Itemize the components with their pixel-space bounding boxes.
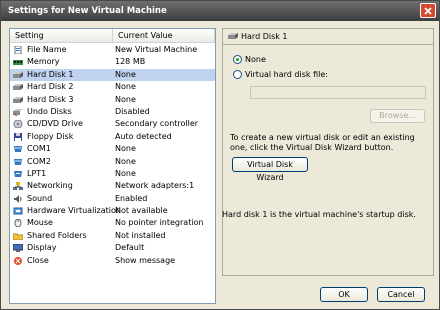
hard-disk-icon: [13, 96, 23, 103]
list-item[interactable]: Mouse No pointer integration: [10, 217, 215, 229]
sound-icon: [14, 194, 22, 203]
undo-disks-icon: [13, 108, 23, 116]
list-item[interactable]: Networking Network adapters:1: [10, 180, 215, 192]
settings-list[interactable]: Setting Current Value File Name New Virtu…: [9, 28, 216, 304]
setting-value: Default: [115, 243, 145, 253]
detail-title: Hard Disk 1: [241, 32, 288, 41]
setting-value: Secondary controller: [115, 119, 199, 129]
hardware-virtualization-icon: [13, 207, 23, 215]
setting-name: Mouse: [27, 218, 53, 228]
setting-name: Memory: [27, 57, 60, 67]
setting-value: Show message: [115, 255, 176, 265]
setting-name: Sound: [27, 193, 53, 203]
detail-header: Hard Disk 1: [223, 29, 433, 45]
setting-value: None: [115, 82, 136, 92]
title-bar[interactable]: Settings for New Virtual Machine: [1, 1, 439, 21]
setting-value: None: [115, 94, 136, 104]
setting-name: COM1: [27, 144, 51, 154]
setting-value: Not available: [115, 206, 168, 216]
wizard-description: To create a new virtual disk or edit an …: [230, 133, 415, 152]
radio-virtual-hard-disk-file[interactable]: [233, 70, 242, 79]
display-icon: [13, 244, 23, 253]
floppy-icon: [14, 132, 22, 141]
setting-name: Floppy Disk: [27, 131, 74, 141]
setting-value: None: [115, 69, 136, 79]
list-item[interactable]: Hardware Virtualization Not available: [10, 205, 215, 217]
setting-name: File Name: [27, 45, 67, 54]
cd-icon: [13, 120, 23, 129]
hard-disk-icon: [228, 33, 238, 39]
setting-value: Disabled: [115, 106, 150, 116]
setting-name: CD/DVD Drive: [27, 119, 83, 129]
memory-icon: [13, 60, 23, 66]
setting-name: Hard Disk 1: [27, 69, 74, 79]
setting-value: None: [115, 156, 136, 166]
close-icon: [424, 7, 432, 15]
list-item[interactable]: Undo Disks Disabled: [10, 106, 215, 118]
list-item[interactable]: Floppy Disk Auto detected: [10, 131, 215, 143]
setting-value: 128 MB: [115, 57, 146, 67]
list-item[interactable]: Sound Enabled: [10, 193, 215, 205]
list-item[interactable]: Display Default: [10, 242, 215, 254]
list-item[interactable]: Shared Folders Not installed: [10, 230, 215, 242]
radio-none[interactable]: [233, 55, 242, 64]
setting-value: Auto detected: [115, 131, 172, 141]
window-title: Settings for New Virtual Machine: [8, 6, 167, 16]
hard-disk-icon: [13, 71, 23, 78]
setting-value: None: [115, 144, 136, 154]
setting-name: Hard Disk 3: [27, 94, 74, 104]
close-window-button[interactable]: [420, 3, 436, 18]
setting-value: Not installed: [115, 230, 166, 240]
hard-disk-icon: [13, 84, 23, 91]
setting-name: Networking: [27, 181, 73, 191]
file-icon: [14, 46, 22, 54]
setting-value: Enabled: [115, 193, 148, 203]
com-port-icon: [14, 158, 22, 165]
list-item[interactable]: COM1 None: [10, 143, 215, 155]
setting-name: Display: [27, 243, 57, 253]
mouse-icon: [14, 219, 22, 228]
folder-icon: [13, 233, 23, 240]
setting-name: Undo Disks: [27, 106, 72, 116]
setting-name: COM2: [27, 156, 51, 166]
radio-virtual-hard-disk-file-label[interactable]: Virtual hard disk file:: [245, 70, 328, 79]
list-item[interactable]: Memory 128 MB: [10, 56, 215, 68]
setting-name: LPT1: [27, 168, 47, 178]
com-port-icon: [14, 146, 22, 153]
network-icon: [13, 182, 23, 191]
ok-button[interactable]: OK: [320, 287, 368, 302]
settings-rows: File Name New Virtual Machine Memory 128 MB…: [10, 44, 215, 267]
setting-value: New Virtual Machine: [115, 45, 198, 54]
radio-none-label[interactable]: None: [245, 55, 266, 64]
setting-name: Hardware Virtualization: [27, 206, 121, 216]
list-item[interactable]: CD/DVD Drive Secondary controller: [10, 118, 215, 130]
setting-name: Hard Disk 2: [27, 82, 74, 92]
close-setting-icon: [14, 256, 22, 265]
list-item[interactable]: Hard Disk 1 None: [10, 68, 215, 82]
setting-value: None: [115, 168, 136, 178]
list-item[interactable]: Hard Disk 2 None: [10, 81, 215, 93]
list-item[interactable]: File Name New Virtual Machine: [10, 44, 215, 56]
column-header-setting[interactable]: Setting: [10, 29, 113, 43]
virtual-hard-disk-path-input[interactable]: [250, 86, 426, 99]
list-item[interactable]: COM2 None: [10, 156, 215, 168]
setting-value: Network adapters:1: [115, 181, 195, 191]
column-header-current-value[interactable]: Current Value: [113, 29, 215, 43]
list-item[interactable]: Hard Disk 3 None: [10, 94, 215, 106]
detail-panel: Hard Disk 1 None Virtual hard disk file:…: [222, 28, 434, 276]
setting-name: Close: [27, 255, 49, 265]
list-item[interactable]: LPT1 None: [10, 168, 215, 180]
setting-value: No pointer integration: [115, 218, 204, 228]
settings-dialog: Settings for New Virtual Machine Setting…: [0, 0, 440, 310]
browse-button[interactable]: Browse...: [370, 109, 425, 123]
startup-disk-note: Hard disk 1 is the virtual machine's sta…: [222, 210, 416, 219]
printer-port-icon: [14, 170, 22, 177]
cancel-button[interactable]: Cancel: [377, 287, 425, 302]
setting-name: Shared Folders: [27, 230, 87, 240]
list-item[interactable]: Close Show message: [10, 255, 215, 267]
virtual-disk-wizard-button[interactable]: Virtual Disk Wizard: [232, 157, 308, 182]
